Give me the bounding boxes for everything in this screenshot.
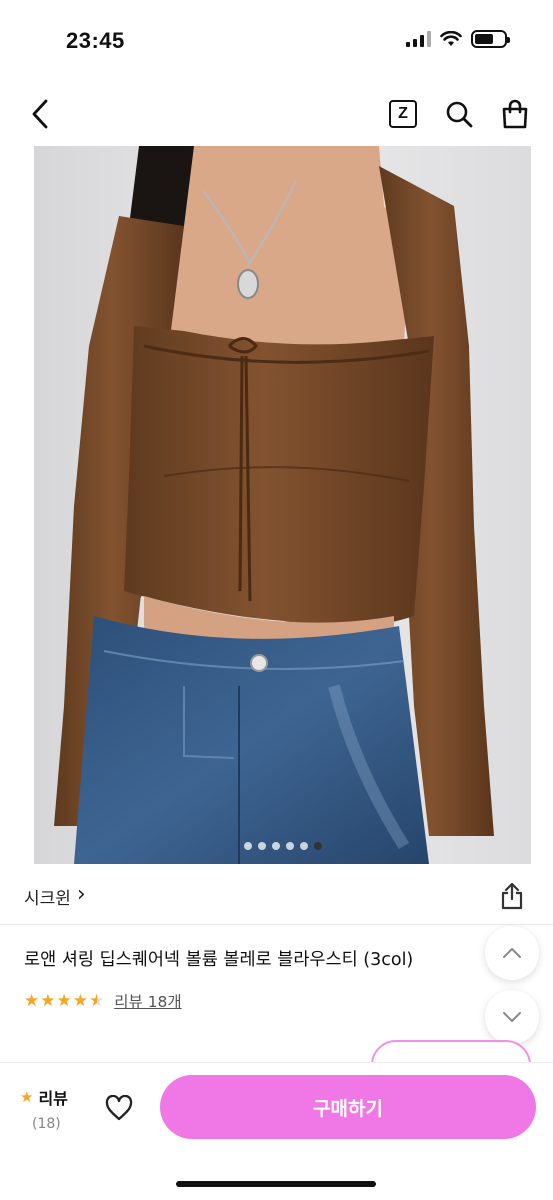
zigzag-logo-icon: Z	[389, 100, 417, 128]
carousel-dot[interactable]	[243, 842, 252, 850]
scroll-controls	[485, 926, 539, 1044]
product-image-carousel[interactable]	[34, 146, 531, 864]
nav-bar: Z	[0, 88, 553, 140]
bottom-review-button[interactable]: ★ 리뷰 (18)	[20, 1085, 68, 1132]
search-button[interactable]	[443, 96, 475, 132]
heart-icon	[105, 1095, 133, 1121]
store-row: 시크윈 ›	[0, 876, 553, 916]
chevron-down-icon	[503, 1012, 521, 1022]
nav-actions: Z	[387, 96, 531, 132]
star-icon: ★	[56, 991, 72, 1011]
shopping-bag-button[interactable]	[499, 96, 531, 132]
bottom-review-count: (18)	[32, 1116, 61, 1132]
search-icon	[446, 101, 473, 128]
shopping-bag-icon	[502, 99, 528, 129]
star-icon: ★	[40, 991, 56, 1011]
cellular-signal-icon	[406, 31, 431, 47]
status-bar: 23:45	[0, 0, 553, 80]
chevron-left-icon	[32, 99, 48, 129]
store-link[interactable]: 시크윈 ›	[24, 882, 86, 910]
wifi-icon	[440, 31, 462, 46]
battery-icon	[471, 30, 510, 48]
back-button[interactable]	[24, 96, 56, 132]
status-icons	[406, 30, 510, 48]
wishlist-button[interactable]	[102, 1091, 136, 1125]
scroll-down-button[interactable]	[485, 990, 539, 1044]
buy-button[interactable]: 구매하기	[160, 1075, 536, 1139]
chevron-up-icon	[503, 948, 521, 958]
scroll-up-button[interactable]	[485, 926, 539, 980]
status-time: 23:45	[66, 28, 125, 53]
chevron-right-icon: ›	[76, 882, 86, 907]
bottom-review-label-row: ★ 리뷰	[20, 1085, 68, 1109]
product-photo	[34, 146, 531, 864]
divider	[0, 924, 553, 925]
carousel-dot[interactable]	[313, 842, 322, 850]
review-count-link[interactable]: 리뷰 18개	[114, 990, 181, 1012]
star-icon: ★	[24, 991, 40, 1011]
share-button[interactable]	[497, 880, 527, 912]
carousel-dot[interactable]	[285, 842, 294, 850]
share-icon	[501, 882, 523, 910]
star-icon: ★	[72, 991, 88, 1011]
half-star-icon: ★	[89, 991, 105, 1011]
carousel-dot[interactable]	[271, 842, 280, 850]
bottom-review-label: 리뷰	[38, 1089, 68, 1108]
rating-stars: ★ ★ ★ ★ ★	[24, 991, 104, 1011]
home-indicator	[176, 1181, 376, 1187]
carousel-dots[interactable]	[34, 842, 531, 850]
store-name: 시크윈	[24, 889, 71, 909]
carousel-dot[interactable]	[299, 842, 308, 850]
bottom-purchase-bar: ★ 리뷰 (18) 구매하기	[0, 1062, 553, 1200]
star-icon: ★	[20, 1088, 34, 1106]
rating-row: ★ ★ ★ ★ ★ 리뷰 18개	[24, 990, 182, 1012]
carousel-dot[interactable]	[257, 842, 266, 850]
zigzag-home-button[interactable]: Z	[387, 96, 419, 132]
product-title: 로앤 셔링 딥스퀘어넥 볼륨 볼레로 블라우스티 (3col)	[24, 950, 414, 970]
